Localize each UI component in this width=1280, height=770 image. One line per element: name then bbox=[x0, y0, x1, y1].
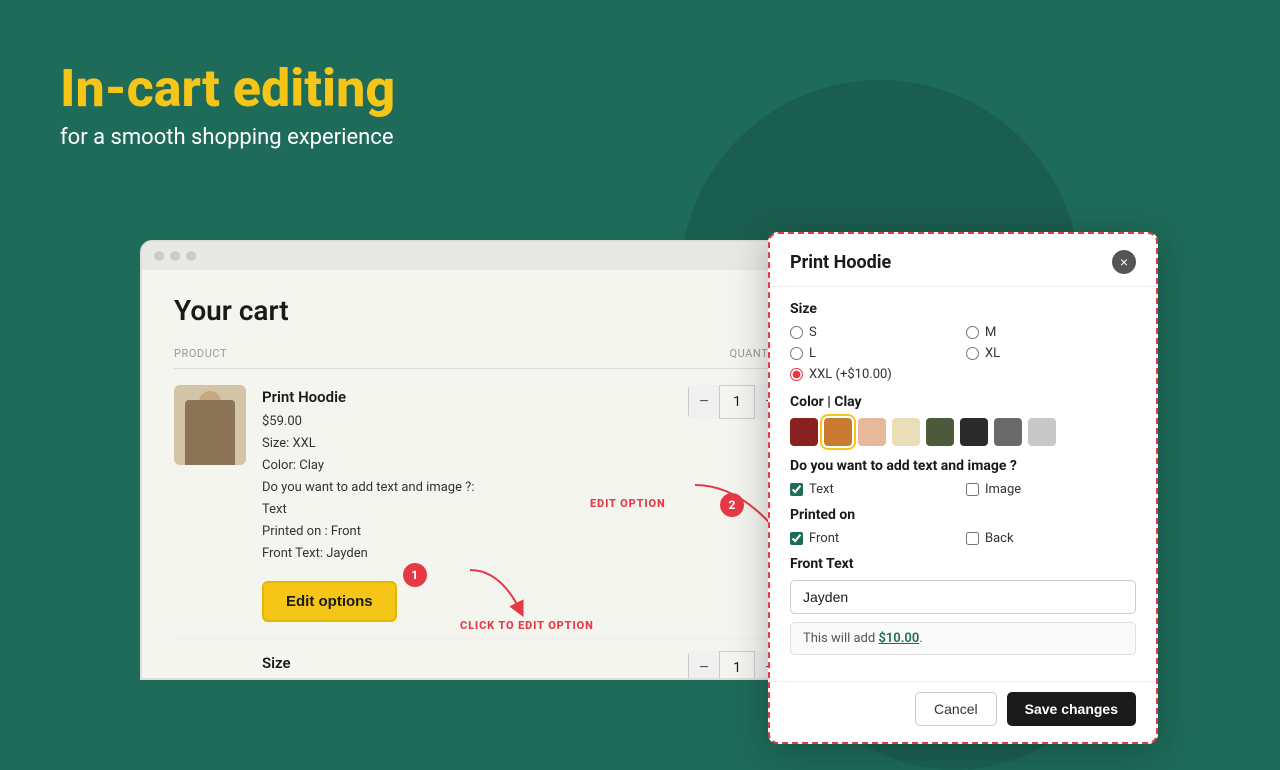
modal-footer: Cancel Save changes bbox=[770, 681, 1156, 742]
image-checkbox-item[interactable]: Image bbox=[966, 482, 1136, 497]
size-xl-option[interactable]: XL bbox=[966, 346, 1136, 361]
edit-options-container: Edit options 1 bbox=[262, 573, 397, 622]
image-checkbox[interactable] bbox=[966, 483, 979, 496]
modal-dialog: Print Hoodie × Size S M L XL bbox=[768, 232, 1158, 744]
upsell-suffix: . bbox=[919, 631, 922, 646]
color-section-label: Color | Clay bbox=[790, 394, 1136, 410]
cancel-button[interactable]: Cancel bbox=[915, 692, 997, 726]
size-l-radio[interactable] bbox=[790, 347, 803, 360]
edit-options-button[interactable]: Edit options bbox=[262, 581, 397, 622]
qty-decrease-1[interactable]: − bbox=[689, 385, 719, 419]
product-printed-on-1: Printed on : Front bbox=[262, 521, 672, 543]
swatch-dark-red[interactable] bbox=[790, 418, 818, 446]
topbar-dot-3 bbox=[186, 251, 196, 261]
product-name-2: Size bbox=[262, 651, 672, 677]
page-title: In-cart editing bbox=[60, 60, 395, 117]
cart-mockup: Your cart PRODUCT QUANTITY Print Hoodie … bbox=[140, 240, 820, 680]
cart-item-2: Size $10.00 Title: XXL − 1 + bbox=[174, 638, 786, 680]
back-checkbox-item[interactable]: Back bbox=[966, 531, 1136, 546]
cart-header-row: PRODUCT QUANTITY bbox=[174, 347, 786, 369]
topbar-dot-1 bbox=[154, 251, 164, 261]
cart-topbar bbox=[142, 242, 818, 270]
modal-body: Size S M L XL XXL (+$10.00) bbox=[770, 287, 1156, 681]
edit-options-wrapper: Edit options 1 bbox=[262, 573, 672, 622]
front-text-input[interactable] bbox=[790, 580, 1136, 614]
header-area: In-cart editing for a smooth shopping ex… bbox=[60, 60, 395, 150]
color-swatches bbox=[790, 418, 1136, 446]
text-checkbox-item[interactable]: Text bbox=[790, 482, 960, 497]
thumb-body bbox=[185, 400, 235, 465]
size-xxl-option[interactable]: XXL (+$10.00) bbox=[790, 367, 1136, 382]
size-m-label: M bbox=[985, 325, 996, 340]
swatch-peach[interactable] bbox=[858, 418, 886, 446]
product-name-1: Print Hoodie bbox=[262, 385, 672, 411]
product-color-1: Color: Clay bbox=[262, 455, 672, 477]
annotation-click: CLICK TO EDIT OPTION bbox=[460, 619, 594, 632]
size-s-option[interactable]: S bbox=[790, 325, 960, 340]
upsell-text: This will add bbox=[803, 631, 878, 646]
back-label: Back bbox=[985, 531, 1014, 546]
size-radio-group: S M L XL XXL (+$10.00) bbox=[790, 325, 1136, 382]
qty-value-1: 1 bbox=[719, 386, 755, 418]
front-checkbox-item[interactable]: Front bbox=[790, 531, 960, 546]
front-checkbox[interactable] bbox=[790, 532, 803, 545]
size-m-radio[interactable] bbox=[966, 326, 979, 339]
cart-title: Your cart bbox=[174, 294, 786, 327]
size-xl-radio[interactable] bbox=[966, 347, 979, 360]
image-option-label: Image bbox=[985, 482, 1021, 497]
printed-on-section-label: Printed on bbox=[790, 507, 1136, 523]
product-info-2: Size $10.00 Title: XXL bbox=[262, 651, 672, 680]
annotation-edit: EDIT OPTION bbox=[590, 497, 666, 510]
product-price-1: $59.00 bbox=[262, 411, 672, 433]
front-text-section-label: Front Text bbox=[790, 556, 1136, 572]
upsell-amount: $10.00 bbox=[878, 631, 919, 646]
text-image-section-label: Do you want to add text and image ? bbox=[790, 458, 1136, 474]
upsell-note: This will add $10.00. bbox=[790, 622, 1136, 655]
text-option-label: Text bbox=[809, 482, 834, 497]
text-checkbox[interactable] bbox=[790, 483, 803, 496]
size-xxl-label: XXL (+$10.00) bbox=[809, 367, 892, 382]
size-m-option[interactable]: M bbox=[966, 325, 1136, 340]
swatch-light-gray[interactable] bbox=[1028, 418, 1056, 446]
badge-1: 1 bbox=[403, 563, 427, 587]
product-size-1: Size: XXL bbox=[262, 433, 672, 455]
swatch-black[interactable] bbox=[960, 418, 988, 446]
size-s-label: S bbox=[809, 325, 817, 340]
topbar-dot-2 bbox=[170, 251, 180, 261]
column-product: PRODUCT bbox=[174, 347, 227, 360]
front-label: Front bbox=[809, 531, 839, 546]
modal-header: Print Hoodie × bbox=[770, 234, 1156, 287]
swatch-orange-brown[interactable] bbox=[824, 418, 852, 446]
size-s-radio[interactable] bbox=[790, 326, 803, 339]
modal-close-button[interactable]: × bbox=[1112, 250, 1136, 274]
qty-value-2: 1 bbox=[719, 652, 755, 680]
badge-2: 2 bbox=[720, 493, 744, 517]
product-front-text-1: Front Text: Jayden bbox=[262, 543, 672, 565]
back-checkbox[interactable] bbox=[966, 532, 979, 545]
save-changes-button[interactable]: Save changes bbox=[1007, 692, 1136, 726]
product-price-2: $10.00 bbox=[262, 677, 672, 680]
size-section-label: Size bbox=[790, 301, 1136, 317]
swatch-cream[interactable] bbox=[892, 418, 920, 446]
size-l-label: L bbox=[809, 346, 816, 361]
size-l-option[interactable]: L bbox=[790, 346, 960, 361]
cart-item-1: Print Hoodie $59.00 Size: XXL Color: Cla… bbox=[174, 385, 786, 622]
text-image-checkbox-group: Text Image bbox=[790, 482, 1136, 497]
product-customization-1: Do you want to add text and image ?: bbox=[262, 477, 672, 499]
page-subtitle: for a smooth shopping experience bbox=[60, 125, 395, 150]
qty-decrease-2[interactable]: − bbox=[689, 651, 719, 680]
swatch-dark-gray[interactable] bbox=[994, 418, 1022, 446]
printed-on-checkbox-group: Front Back bbox=[790, 531, 1136, 546]
size-xxl-radio[interactable] bbox=[790, 368, 803, 381]
size-xl-label: XL bbox=[985, 346, 1000, 361]
swatch-olive[interactable] bbox=[926, 418, 954, 446]
modal-title: Print Hoodie bbox=[790, 252, 891, 273]
product-thumbnail bbox=[174, 385, 246, 465]
